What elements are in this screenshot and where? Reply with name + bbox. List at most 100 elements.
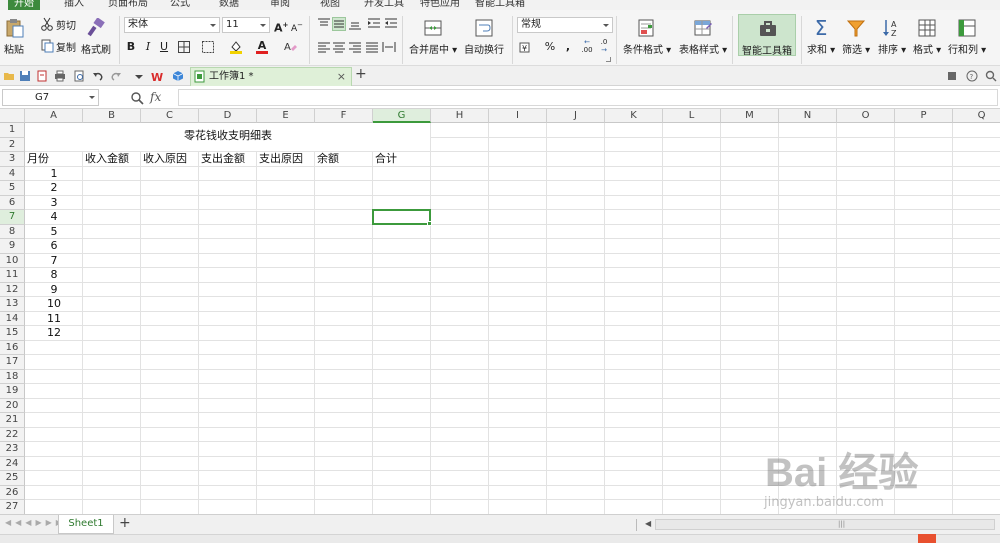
wrap-text-button[interactable]: 自动换行	[464, 18, 504, 56]
format-painter-button[interactable]: 格式刷	[81, 17, 111, 56]
row-header[interactable]: 27	[0, 500, 25, 514]
tab-special[interactable]: 特色应用	[420, 0, 460, 10]
number-format-select[interactable]: 常规	[517, 17, 613, 33]
row-header[interactable]: 22	[0, 427, 25, 442]
sogou-ime-icon[interactable]	[918, 534, 936, 543]
column-header[interactable]: F	[315, 109, 373, 123]
row-header[interactable]: 3	[0, 152, 25, 167]
tab-page-layout[interactable]: 页面布局	[108, 0, 148, 10]
selected-cell[interactable]	[372, 209, 431, 225]
document-tab[interactable]: 工作簿1 * ×	[190, 67, 352, 86]
font-name-select[interactable]: 宋体	[124, 17, 220, 33]
tab-data[interactable]: 数据	[219, 0, 239, 10]
month-cell[interactable]: 7	[25, 254, 83, 268]
column-header[interactable]: D	[199, 109, 257, 123]
row-header[interactable]: 26	[0, 485, 25, 500]
month-cell[interactable]: 5	[25, 225, 83, 239]
tab-formulas[interactable]: 公式	[170, 0, 190, 10]
row-header[interactable]: 23	[0, 442, 25, 457]
row-header[interactable]: 10	[0, 253, 25, 268]
underline-button[interactable]: U	[157, 40, 171, 54]
thousands-button[interactable]: ,	[561, 40, 575, 54]
horizontal-scrollbar[interactable]: |||	[655, 519, 995, 530]
tab-view[interactable]: 视图	[320, 0, 340, 10]
paste-button[interactable]: 粘贴	[4, 18, 24, 56]
open-icon[interactable]	[3, 70, 15, 82]
increase-font-icon[interactable]: A+	[274, 18, 288, 35]
increase-decimal-button[interactable]: ← .00	[580, 38, 594, 54]
font-size-select[interactable]: 11	[222, 17, 270, 33]
column-header[interactable]: J	[547, 109, 605, 123]
filter-button[interactable]: 筛选 ▾	[842, 18, 870, 56]
month-cell[interactable]: 12	[25, 326, 83, 340]
decrease-decimal-button[interactable]: .0 →	[597, 38, 611, 54]
row-header[interactable]: 8	[0, 224, 25, 239]
row-header[interactable]: 15	[0, 326, 25, 341]
distributed-icon[interactable]	[382, 40, 396, 54]
column-header[interactable]: H	[431, 109, 489, 123]
row-header[interactable]: 14	[0, 311, 25, 326]
wps-logo-icon[interactable]: W	[151, 70, 163, 84]
window-restore-icon[interactable]	[946, 70, 958, 82]
scroll-left-icon[interactable]: ◀	[645, 519, 651, 528]
month-cell[interactable]: 11	[25, 312, 83, 326]
month-cell[interactable]: 3	[25, 196, 83, 210]
header-cell[interactable]: 收入原因	[143, 152, 187, 166]
cut-button[interactable]: 剪切	[40, 16, 76, 32]
copy-button[interactable]: 复制	[40, 38, 76, 54]
header-cell[interactable]: 支出金额	[201, 152, 245, 166]
sort-button[interactable]: AZ 排序 ▾	[878, 18, 906, 56]
align-right-icon[interactable]	[348, 40, 362, 54]
tab-developer[interactable]: 开发工具	[364, 0, 404, 10]
close-icon[interactable]: ×	[337, 68, 346, 85]
row-header[interactable]: 9	[0, 239, 25, 254]
align-center-icon[interactable]	[332, 40, 346, 54]
tab-review[interactable]: 审阅	[270, 0, 290, 10]
undo-icon[interactable]	[92, 70, 104, 82]
rows-cols-button[interactable]: 行和列 ▾	[948, 18, 986, 56]
sum-button[interactable]: Σ 求和 ▾	[807, 18, 835, 56]
tab-insert[interactable]: 插入	[64, 0, 84, 10]
row-header[interactable]: 11	[0, 268, 25, 283]
fill-color-icon[interactable]	[229, 40, 243, 54]
outdent-icon[interactable]	[384, 17, 398, 31]
save-icon[interactable]	[19, 70, 31, 82]
column-header[interactable]: P	[895, 109, 953, 123]
bold-button[interactable]: B	[124, 40, 138, 54]
currency-icon[interactable]: ¥	[519, 40, 533, 54]
header-cell[interactable]: 余额	[317, 152, 339, 166]
row-header[interactable]: 19	[0, 384, 25, 399]
column-header[interactable]: M	[721, 109, 779, 123]
row-header[interactable]: 21	[0, 413, 25, 428]
column-header[interactable]: L	[663, 109, 721, 123]
redo-icon[interactable]	[110, 70, 122, 82]
border-icon[interactable]	[177, 40, 191, 54]
customize-toolbar-icon[interactable]	[133, 70, 145, 82]
column-header[interactable]: C	[141, 109, 199, 123]
merge-center-button[interactable]: 合并居中 ▾	[409, 18, 457, 56]
column-header[interactable]: B	[83, 109, 141, 123]
format-button[interactable]: 格式 ▾	[913, 18, 941, 56]
month-cell[interactable]: 2	[25, 181, 83, 195]
row-header[interactable]: 2	[0, 137, 25, 152]
table-style-button[interactable]: 表格样式 ▾	[679, 18, 727, 56]
column-header[interactable]: E	[257, 109, 315, 123]
column-header[interactable]: I	[489, 109, 547, 123]
percent-button[interactable]: %	[543, 40, 557, 54]
formula-input[interactable]	[178, 89, 998, 106]
row-header[interactable]: 25	[0, 471, 25, 486]
conditional-format-button[interactable]: 条件格式 ▾	[623, 18, 671, 56]
cloud-cube-icon[interactable]	[172, 70, 184, 82]
smart-toolbox-button[interactable]: 智能工具箱	[738, 14, 796, 57]
search-icon[interactable]	[985, 70, 997, 82]
row-header[interactable]: 1	[0, 123, 25, 138]
column-header[interactable]: Q	[953, 109, 1000, 123]
fx-button[interactable]: fx	[150, 90, 161, 104]
tab-home[interactable]: 开始	[8, 0, 40, 10]
sheet-title[interactable]: 零花钱收支明细表	[25, 129, 431, 143]
align-top-icon[interactable]	[317, 17, 331, 31]
column-header[interactable]: N	[779, 109, 837, 123]
month-cell[interactable]: 8	[25, 268, 83, 282]
add-sheet-button[interactable]: +	[119, 515, 131, 531]
print-icon[interactable]	[54, 70, 66, 82]
